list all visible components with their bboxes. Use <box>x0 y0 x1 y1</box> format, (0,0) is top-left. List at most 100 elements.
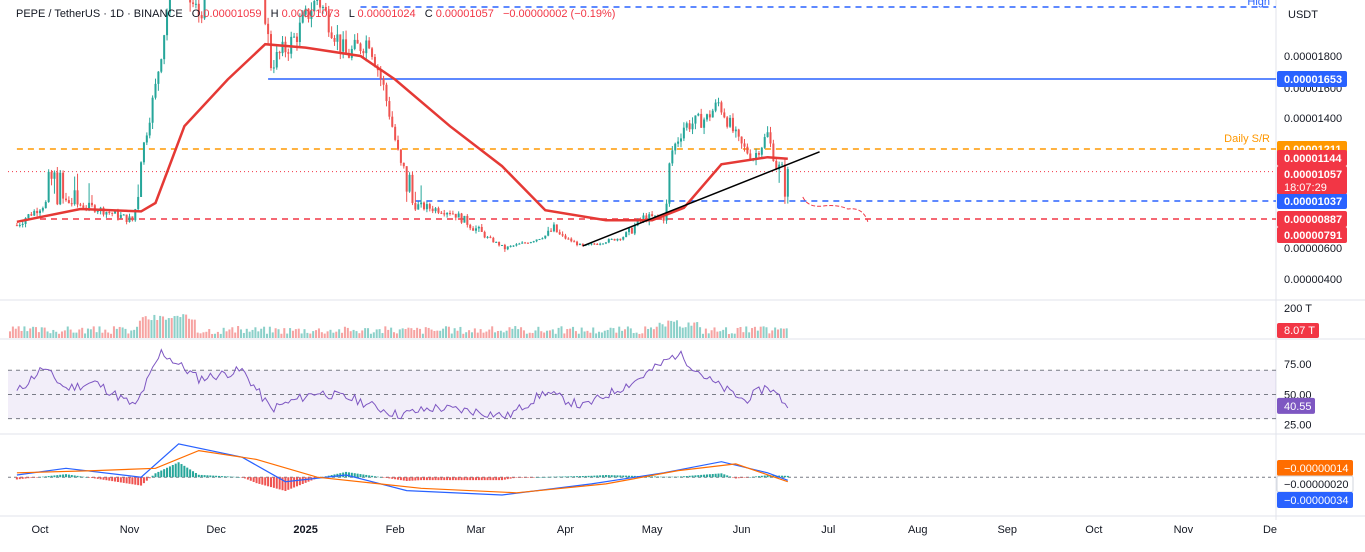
signal-line <box>16 449 788 494</box>
candle-body <box>62 172 65 199</box>
candle-body <box>500 244 503 246</box>
macd-histogram-bar <box>731 477 734 478</box>
macd-histogram-bar <box>752 476 755 478</box>
candle-body <box>668 163 671 204</box>
volume-bar <box>577 333 580 338</box>
change-value: −0.00000002 (−0.19%) <box>503 8 616 20</box>
macd-histogram-bar <box>180 464 183 478</box>
candle-body <box>53 172 56 179</box>
candle-body <box>399 149 402 163</box>
candle-body <box>705 114 708 120</box>
volume-bar <box>23 326 26 338</box>
volume-bar <box>213 333 217 338</box>
macd-histogram-bar <box>700 474 703 478</box>
candle-body <box>544 235 547 239</box>
open-label: O <box>192 8 201 20</box>
volume-y-tick: 200 T <box>1284 303 1312 315</box>
volume-bar <box>138 320 141 338</box>
candle-body <box>64 198 67 201</box>
macd-histogram-bar <box>535 477 538 478</box>
volume-bar <box>693 322 696 338</box>
macd-histogram-bar <box>246 477 249 480</box>
macd-histogram-bar <box>200 474 203 478</box>
volume-bar <box>315 330 318 338</box>
macd-histogram-bar <box>561 476 564 478</box>
volume-bar <box>548 330 551 338</box>
candles <box>15 0 789 252</box>
candle-body <box>189 0 192 3</box>
volume-bar <box>188 318 191 338</box>
volume-bar <box>237 326 240 338</box>
candle-body <box>463 215 466 223</box>
macd-histogram-bar <box>596 475 599 478</box>
macd-histogram-bar <box>272 477 275 488</box>
volume-bar <box>517 329 520 338</box>
candle-body <box>275 51 278 68</box>
candle-body <box>298 22 301 43</box>
macd-histogram-bar <box>154 473 157 478</box>
candle-body <box>192 2 195 4</box>
macd-histogram-bar <box>593 475 596 478</box>
candle-body <box>36 210 39 214</box>
candle-body <box>108 212 111 214</box>
macd-histogram-bar <box>757 476 760 478</box>
macd-histogram-bar <box>590 475 593 478</box>
macd-histogram-bar <box>653 476 657 478</box>
macd-histogram-bar <box>552 476 555 478</box>
macd-histogram-bar <box>24 477 27 479</box>
volume-bar <box>748 332 751 338</box>
volume-bar <box>286 333 289 338</box>
volume-bar <box>404 329 407 338</box>
macd-histogram-bar <box>483 477 486 481</box>
trading-chart[interactable]: Daily S/R High 200 T 75.0050.0025.00 Oct N… <box>0 0 1365 552</box>
candle-body <box>512 245 515 247</box>
macd-histogram-bar <box>223 476 226 478</box>
candle-body <box>365 40 368 54</box>
candle-body <box>570 238 573 242</box>
currency-label: USDT <box>1288 9 1318 21</box>
x-tick-label: Jul <box>821 524 835 536</box>
macd-histogram-bar <box>88 477 91 478</box>
candle-body <box>336 34 339 42</box>
macd-histogram-bar <box>137 477 140 486</box>
candle-body <box>489 236 492 238</box>
macd-histogram-bar <box>33 477 36 478</box>
macd-histogram-bar <box>538 477 541 478</box>
macd-histogram-bar <box>665 476 668 478</box>
macd-histogram-bar <box>93 477 96 479</box>
macd-histogram-bar <box>269 477 272 488</box>
candle-body <box>41 208 44 211</box>
macd-histogram-bar <box>99 477 102 480</box>
x-tick-label: 2025 <box>293 524 317 536</box>
volume-bar <box>433 330 436 338</box>
macd-histogram-bar <box>446 477 449 481</box>
candle-body <box>769 132 772 144</box>
volume-bar <box>164 319 167 338</box>
macd-histogram-bar <box>275 477 278 489</box>
candle-body <box>56 172 59 205</box>
macd-histogram-bar <box>437 477 440 481</box>
macd-histogram-bar <box>163 469 166 478</box>
macd-histogram-bar <box>431 477 434 481</box>
volume-bar <box>759 326 762 338</box>
volume-bar <box>589 332 592 338</box>
volume-bar <box>511 328 514 338</box>
volume-bar <box>159 315 162 338</box>
volume-bar <box>690 325 693 338</box>
candle-body <box>757 153 760 155</box>
macd-histogram-bar <box>362 474 365 478</box>
candle-body <box>703 119 706 128</box>
level-price-tag-text: 0.00001653 <box>1284 74 1342 86</box>
macd-histogram-bar <box>659 476 662 478</box>
macd-histogram-bar <box>532 477 535 478</box>
macd-histogram-bar <box>186 467 189 478</box>
volume-bar <box>55 331 58 338</box>
macd-histogram-bar <box>379 477 382 478</box>
candle-body <box>731 117 734 132</box>
macd-histogram-bar <box>255 477 258 484</box>
macd-histogram-bar <box>258 477 261 484</box>
volume-bar <box>716 331 719 338</box>
volume-bar <box>89 329 92 338</box>
svg-text:PEPE / TetherUS · 1D · BINANCE: PEPE / TetherUS · 1D · BINANCE O 0.00001… <box>16 8 615 20</box>
volume-bar <box>554 333 557 338</box>
